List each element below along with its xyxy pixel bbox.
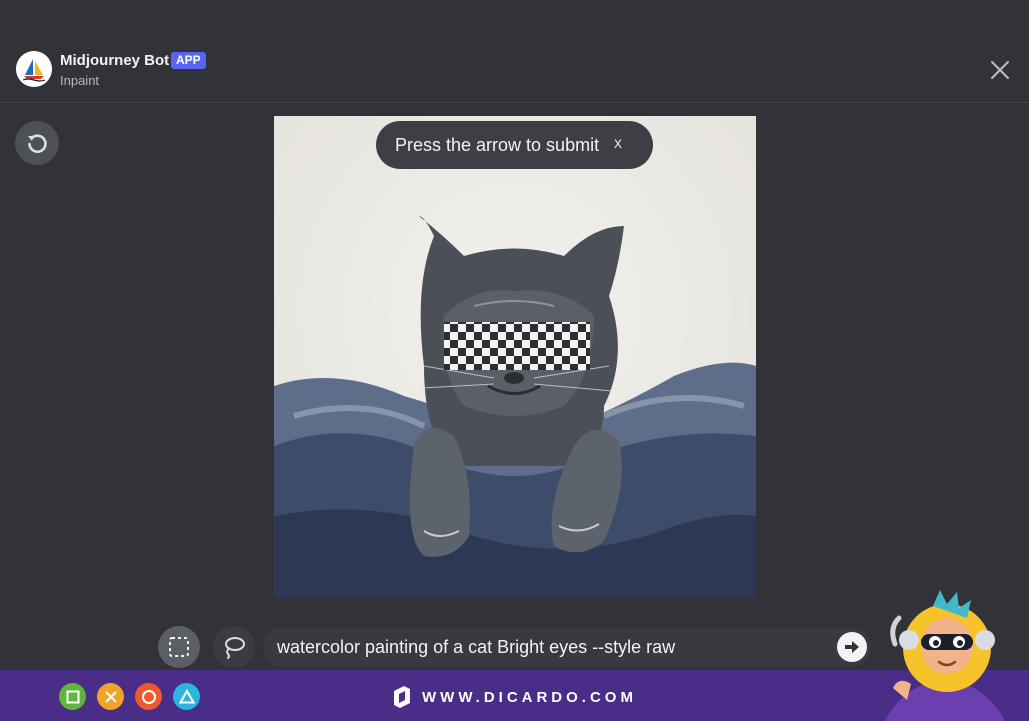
rectangle-select-button[interactable]: [158, 626, 200, 668]
brand: WWW.DICARDO.COM: [392, 684, 637, 710]
cross-button: [97, 683, 124, 710]
tooltip-text: Press the arrow to submit: [395, 134, 600, 155]
lasso-select-button[interactable]: [213, 626, 255, 668]
square-button: [59, 683, 86, 710]
close-button[interactable]: [986, 56, 1014, 84]
arrow-right-icon: [845, 641, 859, 653]
prompt-bar: [263, 627, 871, 667]
triangle-icon: [178, 688, 195, 703]
brand-url: WWW.DICARDO.COM: [422, 688, 637, 706]
tooltip-dismiss-button[interactable]: x: [614, 135, 622, 153]
lasso-icon: [225, 637, 245, 659]
bot-avatar: [16, 51, 52, 87]
inpaint-canvas[interactable]: [274, 116, 756, 598]
undo-icon: [28, 134, 47, 153]
dicardo-logo-icon: [394, 686, 410, 708]
cross-icon: [104, 690, 117, 703]
undo-button[interactable]: [15, 121, 59, 165]
square-icon: [66, 690, 79, 703]
bot-name: Midjourney Bot: [60, 52, 170, 69]
submit-button[interactable]: [837, 632, 867, 662]
inpaint-selection-mask: [444, 322, 590, 370]
modal-header: Midjourney Bot APP Inpaint: [0, 0, 1029, 103]
cat-painting-image: [274, 116, 756, 598]
triangle-button: [173, 683, 200, 710]
modal-subtitle: Inpaint: [60, 73, 100, 88]
mascot-character-image: [885, 590, 1005, 721]
circle-icon: [141, 689, 156, 704]
watermark-bar: WWW.DICARDO.COM: [0, 670, 1029, 721]
prompt-input[interactable]: [277, 627, 837, 667]
circle-button: [135, 683, 162, 710]
close-icon: [990, 60, 1010, 80]
app-badge: APP: [171, 52, 206, 69]
submit-hint-tooltip: Press the arrow to submit x: [376, 121, 653, 169]
rectangle-select-icon: [169, 637, 189, 657]
sailboat-icon: [16, 51, 52, 87]
